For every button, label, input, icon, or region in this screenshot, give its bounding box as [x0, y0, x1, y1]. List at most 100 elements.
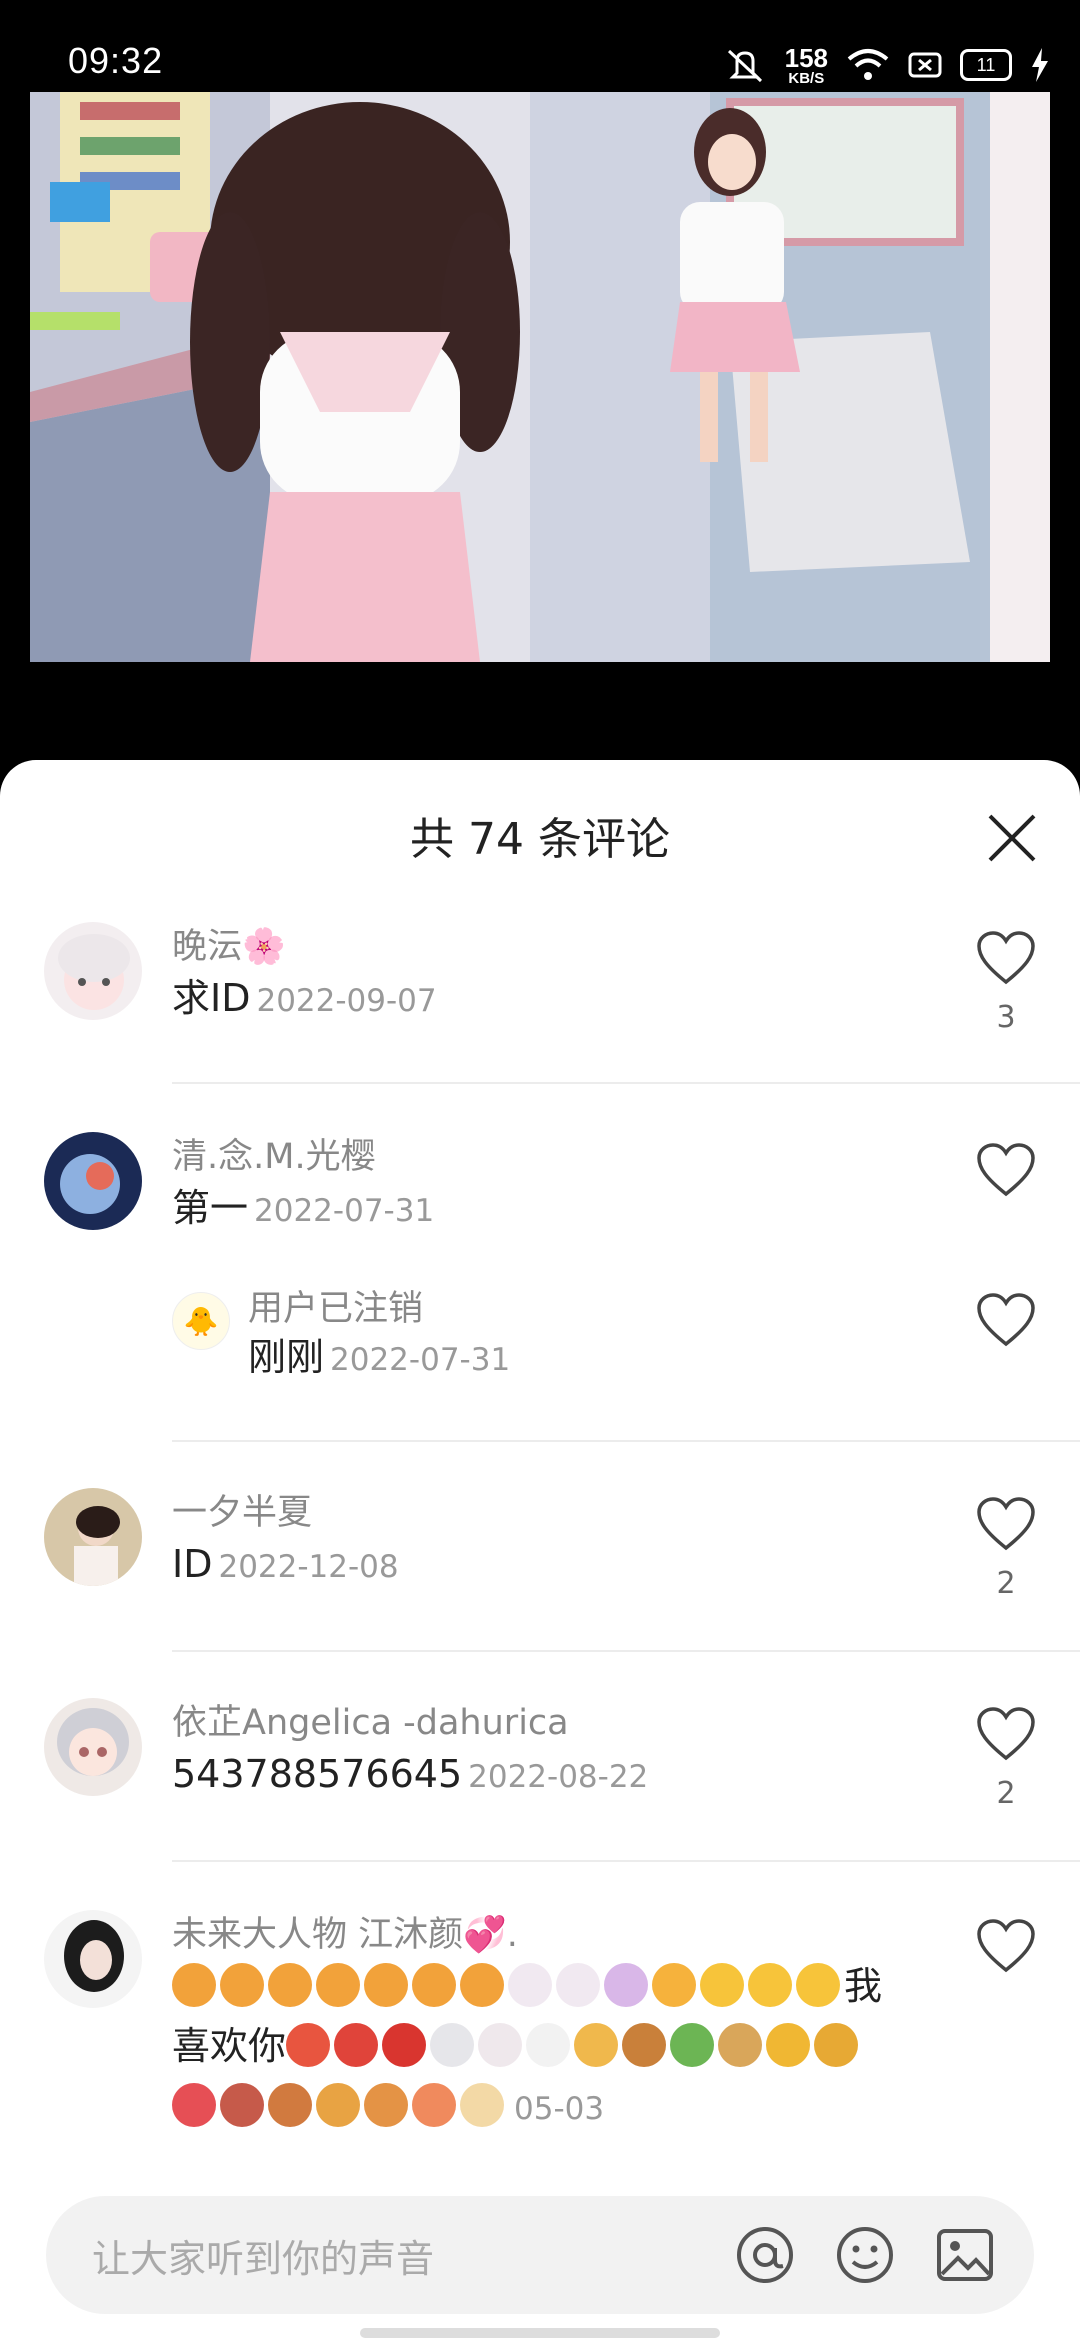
emoji-icon	[748, 1963, 792, 2007]
comment-date: 2022-09-07	[256, 983, 437, 1019]
speed-value: 158	[784, 42, 828, 73]
heart-icon[interactable]	[976, 1142, 1036, 1198]
divider	[172, 1082, 1080, 1084]
emoji-icon	[382, 2023, 427, 2067]
comment-date: 05-03	[514, 2091, 605, 2127]
emoji-icon	[412, 2083, 456, 2127]
comment-body: 我 喜欢你 05-03	[172, 1956, 932, 2139]
comment-body: 求ID 2022-09-07	[172, 968, 932, 1031]
divider	[172, 1650, 1080, 1652]
avatar[interactable]	[44, 1132, 142, 1230]
emoji-icon	[718, 2023, 763, 2067]
emoji-icon	[364, 2083, 408, 2127]
divider	[172, 1440, 1080, 1442]
comment-body: 543788576645 2022-08-22	[172, 1744, 932, 1807]
comment-text-part: 喜欢你	[172, 2024, 287, 2068]
sim-icon	[908, 52, 942, 78]
avatar[interactable]	[44, 922, 142, 1020]
emoji-icon[interactable]	[834, 2224, 896, 2286]
divider	[172, 1860, 1080, 1862]
input-placeholder: 让大家听到你的声音	[92, 2237, 435, 2281]
emoji-icon	[574, 2023, 619, 2067]
video-frame-image	[30, 92, 1050, 662]
comment-text-part: 我	[844, 1964, 883, 2008]
heart-icon[interactable]	[976, 930, 1036, 986]
emoji-line-2: 喜欢你	[172, 2016, 932, 2076]
emoji-icon	[334, 2023, 379, 2067]
network-speed: 158 KB/S	[785, 45, 828, 86]
reply-body: 刚刚 2022-07-31	[248, 1326, 510, 1381]
comment-text: 543788576645	[172, 1752, 463, 1796]
status-icons: 158 KB/S 11	[723, 40, 1050, 90]
comment-author[interactable]: 未来大人物 江沐颜💞.	[172, 1906, 518, 1957]
comment-date: 2022-12-08	[218, 1549, 399, 1585]
emoji-icon	[814, 2023, 859, 2067]
emoji-icon	[604, 1963, 648, 2007]
at-mention-icon[interactable]	[734, 2224, 796, 2286]
emoji-icon	[700, 1963, 744, 2007]
avatar[interactable]	[44, 1910, 142, 2008]
like-count: 2	[996, 1776, 1016, 1811]
emoji-icon	[316, 1963, 360, 2007]
comment-text: ID	[172, 1542, 213, 1586]
emoji-icon	[622, 2023, 667, 2067]
like-count: 2	[996, 1566, 1016, 1601]
emoji-icon	[430, 2023, 475, 2067]
emoji-icon	[412, 1963, 456, 2007]
speed-unit: KB/S	[788, 69, 825, 87]
emoji-icon	[268, 1963, 312, 2007]
comment-date: 2022-08-22	[468, 1759, 649, 1795]
comment-author[interactable]: 依芷Angelica -dahurica	[172, 1694, 569, 1745]
image-icon[interactable]	[934, 2224, 996, 2286]
status-time: 09:32	[68, 40, 164, 81]
emoji-icon	[220, 1963, 264, 2007]
emoji-icon	[556, 1963, 600, 2007]
emoji-icon	[316, 2083, 360, 2127]
emoji-icon	[670, 2023, 715, 2067]
heart-icon[interactable]	[976, 1706, 1036, 1762]
wifi-icon	[847, 49, 889, 80]
heart-icon[interactable]	[976, 1918, 1036, 1974]
emoji-icon	[460, 1963, 504, 2007]
reply-author[interactable]: 用户已注销	[248, 1280, 423, 1331]
battery-level: 11	[960, 49, 1012, 81]
avatar[interactable]	[44, 1698, 142, 1796]
like-count: 3	[996, 1000, 1016, 1035]
avatar[interactable]	[44, 1488, 142, 1586]
comment-input[interactable]: 让大家听到你的声音	[46, 2196, 1034, 2314]
comment-date: 2022-07-31	[254, 1193, 435, 1229]
emoji-line-1: 我	[172, 1956, 932, 2016]
reply-avatar[interactable]: 🐥	[172, 1292, 230, 1350]
heart-icon[interactable]	[976, 1496, 1036, 1552]
emoji-icon	[508, 1963, 552, 2007]
mute-icon	[727, 49, 762, 83]
emoji-line-3: 05-03	[172, 2076, 932, 2139]
emoji-icon	[172, 1963, 216, 2007]
emoji-icon	[766, 2023, 811, 2067]
emoji-icon	[268, 2083, 312, 2127]
emoji-icon	[364, 1963, 408, 2007]
video-player[interactable]	[30, 92, 1050, 662]
charging-icon	[1032, 48, 1048, 82]
status-bar: 09:32 158 KB/S 11	[0, 0, 1080, 92]
comment-text: 第一	[172, 1186, 249, 1230]
emoji-icon	[478, 2023, 523, 2067]
comment-count-title: 共 74 条评论	[410, 814, 670, 865]
comment-author[interactable]: 一夕半夏	[172, 1484, 312, 1535]
emoji-icon	[172, 2083, 216, 2127]
emoji-icon	[652, 1963, 696, 2007]
emoji-icon	[220, 2083, 264, 2127]
comment-author[interactable]: 晚沄🌸	[172, 918, 286, 969]
reply-date: 2022-07-31	[330, 1342, 511, 1378]
emoji-icon	[796, 1963, 840, 2007]
comment-text: 求ID	[172, 976, 251, 1020]
comment-body: 第一 2022-07-31	[172, 1178, 932, 1241]
comment-author[interactable]: 清.念.M.光樱	[172, 1128, 376, 1179]
comment-sheet: 共 74 条评论 晚沄🌸 求ID 2022-09-07 3 清.念.M.光樱 第一…	[0, 760, 1080, 2340]
comment-body: ID 2022-12-08	[172, 1534, 932, 1597]
emoji-icon	[526, 2023, 571, 2067]
emoji-icon	[460, 2083, 504, 2127]
heart-icon[interactable]	[976, 1292, 1036, 1348]
close-icon[interactable]	[982, 808, 1042, 868]
home-indicator[interactable]	[360, 2328, 720, 2338]
